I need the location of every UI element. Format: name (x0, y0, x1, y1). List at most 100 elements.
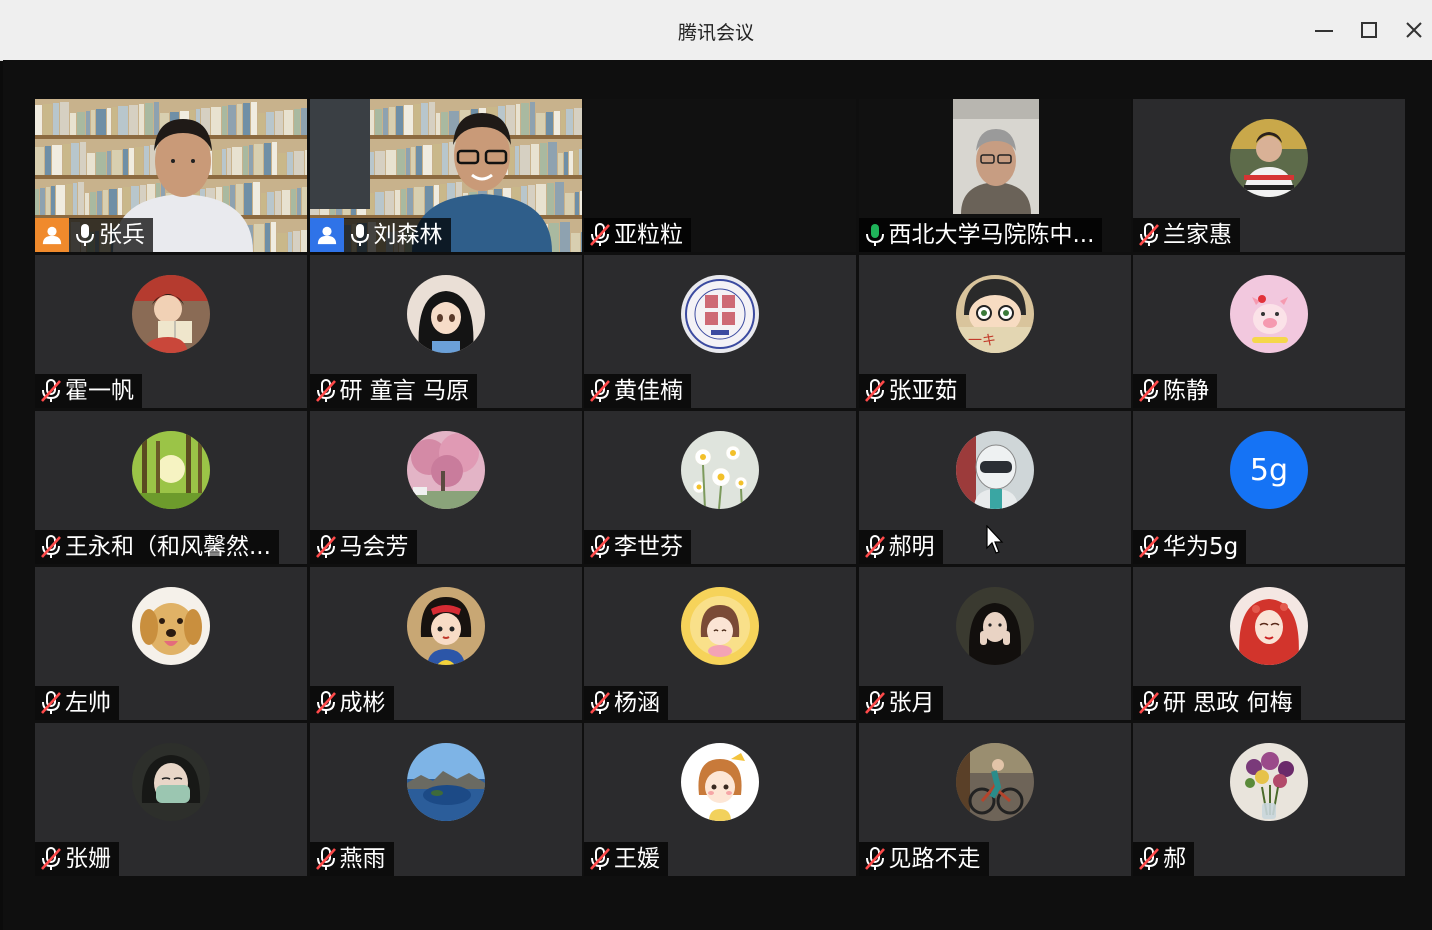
participant-name: 黄佳楠 (614, 378, 683, 404)
participant-name: 霍一帆 (65, 378, 134, 404)
man-photo-icon (1230, 119, 1308, 197)
daisy-flowers-icon (681, 431, 759, 509)
participant-tile[interactable]: 张月 (858, 567, 1131, 720)
participant-label: 张亚茹 (858, 374, 966, 408)
participant-label: 张兵 (35, 218, 153, 252)
mouse-cursor-icon (986, 524, 1006, 559)
participant-tile[interactable]: 马会芳 (309, 411, 582, 564)
minimize-icon[interactable] (1308, 14, 1340, 46)
participant-name: 郝明 (888, 534, 935, 560)
mic-muted-icon (35, 846, 63, 872)
mic-muted-icon (584, 534, 612, 560)
mic-muted-icon (859, 534, 887, 560)
participant-tile[interactable]: 5g 华为5g (1133, 411, 1405, 564)
participant-tile[interactable]: 杨涵 (584, 567, 856, 720)
participant-label: 李世芬 (584, 530, 691, 564)
participant-tile[interactable]: 霍一帆 (35, 255, 307, 408)
red-hair-woman-icon (1230, 587, 1308, 665)
close-icon[interactable] (1398, 14, 1430, 46)
participant-name: 左帅 (65, 690, 111, 716)
participant-tile[interactable]: 王永和（和风馨然... (35, 411, 307, 564)
participant-label: 左帅 (35, 686, 119, 720)
participant-label: 西北大学马院陈中... (858, 218, 1103, 252)
participant-tile[interactable]: 兰家惠 (1133, 99, 1405, 252)
participant-name: 王永和（和风馨然... (65, 534, 271, 560)
participant-tile[interactable]: 李世芬 (584, 411, 856, 564)
mic-muted-icon (1133, 690, 1161, 716)
anime-girl-icon (406, 275, 485, 353)
participant-label: 马会芳 (309, 530, 417, 564)
crater-lake-icon (406, 743, 485, 821)
participant-tile[interactable]: 王媛 (584, 723, 856, 876)
svg-text:一キ: 一キ (968, 333, 996, 349)
participant-name: 研 童言 马原 (339, 378, 470, 404)
mic-muted-icon (584, 222, 612, 248)
participant-label: 张月 (858, 686, 943, 720)
participant-label: 郝明 (858, 530, 943, 564)
participant-tile[interactable]: 一キ张亚茹 (858, 255, 1131, 408)
participant-name: 张姗 (65, 846, 111, 872)
mic-muted-icon (584, 378, 612, 404)
participant-label: 黄佳楠 (584, 374, 691, 408)
participant-name: 西北大学马院陈中... (888, 222, 1095, 248)
participant-tile[interactable]: 成彬 (309, 567, 582, 720)
participant-tile[interactable]: 张姗 (35, 723, 307, 876)
mic-muted-icon (1133, 222, 1161, 248)
participant-tile[interactable]: 陈静 (1133, 255, 1405, 408)
host-badge-icon (35, 218, 69, 252)
participant-label: 见路不走 (858, 842, 989, 876)
mic-icon (344, 222, 372, 248)
anime-face-icon: 一キ (955, 275, 1034, 353)
participant-name: 刘森林 (373, 222, 443, 248)
participant-name: 兰家惠 (1163, 222, 1232, 248)
mic-muted-icon (859, 378, 887, 404)
participant-label: 研 思政 何梅 (1133, 686, 1301, 720)
university-seal-icon (681, 275, 759, 353)
participant-label: 王媛 (584, 842, 668, 876)
cohost-badge-icon (309, 218, 344, 252)
cartoon-pig-icon (1230, 275, 1308, 353)
participant-tile[interactable]: 燕雨 (309, 723, 582, 876)
participant-name: 张亚茹 (888, 378, 958, 404)
cherry-blossom-icon (406, 431, 485, 509)
masked-face-icon (132, 743, 210, 821)
participant-name: 李世芬 (614, 534, 683, 560)
participant-tile[interactable]: 见路不走 (858, 723, 1131, 876)
cyclist-icon (955, 743, 1034, 821)
participant-label: 霍一帆 (35, 374, 142, 408)
mic-muted-icon (35, 690, 63, 716)
participant-name: 研 思政 何梅 (1163, 690, 1293, 716)
participant-label: 华为5g (1133, 530, 1247, 564)
participant-label: 王永和（和风馨然... (35, 530, 279, 564)
participant-label: 成彬 (309, 686, 394, 720)
participant-tile[interactable]: 研 童言 马原 (309, 255, 582, 408)
participant-tile[interactable]: 研 思政 何梅 (1133, 567, 1405, 720)
mic-muted-icon (859, 690, 887, 716)
participant-name: 亚粒粒 (614, 222, 683, 248)
cartoon-girl-sun-icon (681, 587, 759, 665)
mic-muted-icon (35, 534, 63, 560)
forest-icon (132, 431, 210, 509)
mic-muted-icon (310, 378, 338, 404)
mic-muted-icon (310, 534, 338, 560)
mic-icon (69, 222, 97, 248)
participant-name: 成彬 (339, 690, 386, 716)
participant-name: 见路不走 (888, 846, 981, 872)
maximize-icon[interactable] (1353, 14, 1385, 46)
participant-tile[interactable]: 左帅 (35, 567, 307, 720)
mic-muted-icon (584, 846, 612, 872)
woman-photo-icon (955, 587, 1034, 665)
participant-tile[interactable]: 西北大学马院陈中... (858, 99, 1131, 252)
participant-label: 亚粒粒 (584, 218, 691, 252)
anime-boy-reading-icon (132, 275, 210, 353)
participant-tile[interactable]: 张兵 (35, 99, 307, 252)
participant-tile[interactable]: 黄佳楠 (584, 255, 856, 408)
video-gallery: 张兵 刘森林 亚粒粒 西北大学马院陈中... 兰家惠霍一帆 研 童言 马原 黄佳楠 一キ张亚茹… (3, 60, 1432, 930)
participant-tile[interactable]: 郝 (1133, 723, 1405, 876)
participant-tile[interactable]: 刘森林 (309, 99, 582, 252)
participant-name: 杨涵 (614, 690, 660, 716)
mic-muted-icon (584, 690, 612, 716)
participant-tile[interactable]: 亚粒粒 (584, 99, 856, 252)
participant-label: 刘森林 (309, 218, 451, 252)
mic-speaking-icon (859, 222, 887, 248)
